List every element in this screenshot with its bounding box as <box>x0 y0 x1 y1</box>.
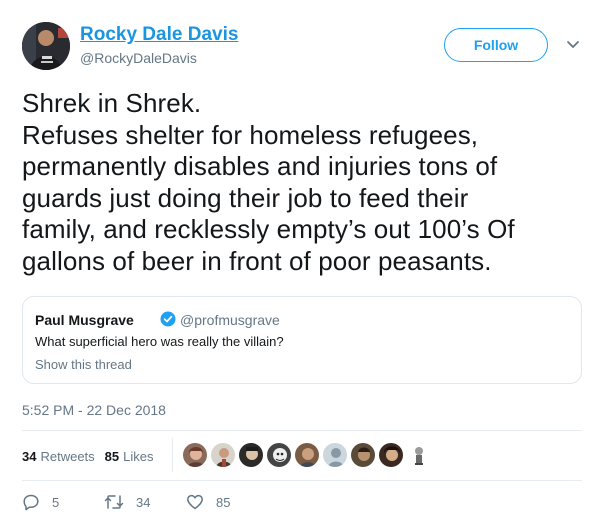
retweet-icon <box>104 495 124 509</box>
liker-avatar[interactable] <box>350 442 376 468</box>
tweet-text-line: family, and recklessly empty’s out 100’s… <box>22 214 515 244</box>
liker-avatar[interactable] <box>238 442 264 468</box>
reply-action[interactable]: 5 <box>22 493 59 511</box>
reply-count: 5 <box>52 494 60 510</box>
liker-avatar[interactable] <box>210 442 236 468</box>
author-handle: @RockyDaleDavis <box>80 50 197 66</box>
reply-icon <box>23 494 39 511</box>
divider <box>22 430 582 431</box>
tweet-text-line: gallons of beer in front of poor peasant… <box>22 245 492 276</box>
tweet-text-line: Refuses shelter for homeless refugees, <box>22 119 479 150</box>
like-count: 85 <box>216 494 231 510</box>
retweet-action[interactable]: 34 <box>104 493 150 511</box>
retweets-stat[interactable]: 34 Retweets <box>22 449 95 464</box>
stats-separator <box>172 438 173 472</box>
liker-avatar[interactable] <box>322 442 348 468</box>
heart-icon <box>187 494 203 510</box>
author-name[interactable]: Rocky Dale Davis <box>80 24 238 46</box>
tweet-text: Shrek in Shrek. Refuses shelter for home… <box>22 88 592 277</box>
tweet-text-line: permanently disables and injuries tons o… <box>22 151 498 181</box>
tweet-timestamp[interactable]: 5:52 PM - 22 Dec 2018 <box>22 402 166 418</box>
follow-button[interactable]: Follow <box>444 28 548 62</box>
liker-avatar[interactable] <box>406 442 432 468</box>
tweet-text-line: guards just doing their job to feed thei… <box>22 182 469 213</box>
liker-avatar[interactable] <box>294 442 320 468</box>
liker-avatar[interactable] <box>378 442 404 468</box>
author-avatar[interactable] <box>22 22 70 70</box>
likes-stat[interactable]: 85 Likes <box>105 449 154 464</box>
divider <box>22 480 582 481</box>
chevron-down-icon[interactable] <box>564 38 582 52</box>
retweets-label: Retweets <box>40 448 95 464</box>
likes-count: 85 <box>104 448 120 464</box>
liker-avatar[interactable] <box>182 442 208 468</box>
quoted-author-name: Paul Musgrave <box>35 312 134 328</box>
retweets-count: 34 <box>22 448 37 464</box>
quoted-tweet[interactable]: Paul Musgrave @profmusgrave What superfi… <box>22 296 582 384</box>
liker-avatar[interactable] <box>266 442 292 468</box>
avatar-photo <box>22 22 70 70</box>
show-thread-link[interactable]: Show this thread <box>35 357 132 372</box>
verified-badge-icon <box>160 311 176 327</box>
tweet-text-line: Shrek in Shrek. <box>22 88 202 118</box>
retweet-count: 34 <box>136 494 151 510</box>
liker-avatars <box>182 442 452 468</box>
quoted-author-handle: @profmusgrave <box>180 312 280 328</box>
tweet-stats: 34 Retweets 85 Likes <box>22 442 154 470</box>
quoted-tweet-text: What superficial hero was really the vil… <box>35 334 284 349</box>
like-action[interactable]: 85 <box>186 493 230 511</box>
likes-label: Likes <box>123 448 154 464</box>
